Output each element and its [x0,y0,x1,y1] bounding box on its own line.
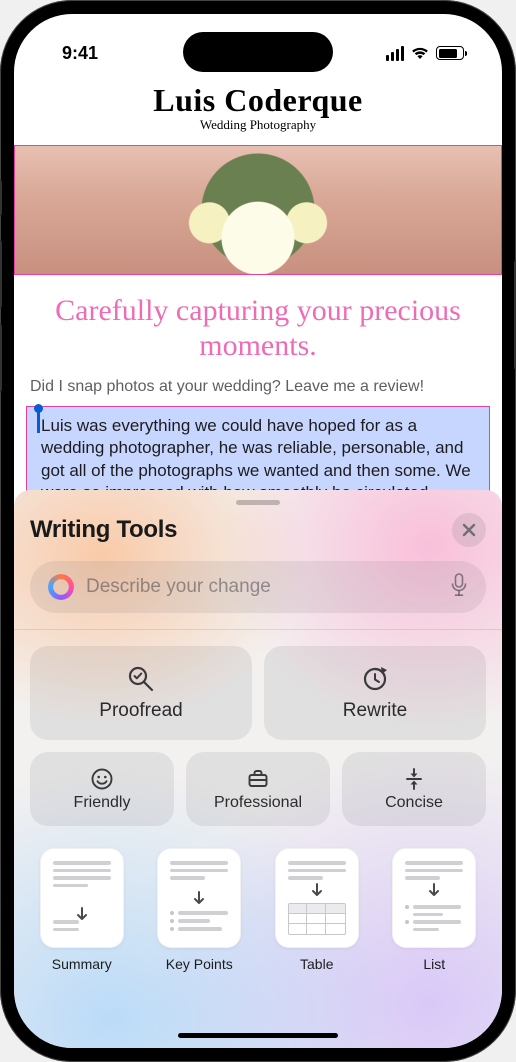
proofread-button[interactable]: Proofread [30,646,252,740]
professional-button[interactable]: Professional [186,752,330,826]
professional-icon [246,767,270,791]
friendly-label: Friendly [74,794,131,812]
headline: Carefully capturing your precious moment… [14,275,502,378]
sheet-title: Writing Tools [30,516,177,544]
arrow-down-icon [427,883,441,897]
concise-label: Concise [385,794,443,812]
rewrite-button[interactable]: Rewrite [264,646,486,740]
input-placeholder: Describe your change [86,576,438,598]
summary-button[interactable] [40,848,124,948]
describe-change-input[interactable]: Describe your change [30,561,486,613]
arrow-down-icon [75,907,89,921]
list-button[interactable] [392,848,476,948]
text-cursor [37,411,40,433]
sheet-grabber[interactable] [236,500,280,505]
friendly-icon [90,767,114,791]
table-button[interactable] [275,848,359,948]
close-icon [462,523,476,537]
microphone-icon [450,573,468,597]
review-prompt: Did I snap photos at your wedding? Leave… [14,378,502,404]
professional-label: Professional [214,794,302,812]
writing-tools-sheet: Writing Tools Describe your change [14,490,502,1048]
rewrite-label: Rewrite [343,700,407,722]
summary-label: Summary [52,956,112,972]
friendly-button[interactable]: Friendly [30,752,174,826]
list-label: List [423,956,445,972]
hero-image[interactable] [14,145,502,275]
status-time: 9:41 [62,43,98,64]
cellular-icon [386,46,405,61]
home-indicator[interactable] [178,1033,338,1038]
rewrite-icon [360,664,390,694]
concise-icon [402,767,426,791]
battery-icon [436,46,464,60]
dynamic-island [183,32,333,72]
key-points-button[interactable] [157,848,241,948]
dictate-button[interactable] [450,573,468,602]
wifi-icon [411,46,429,60]
concise-button[interactable]: Concise [342,752,486,826]
page-subtitle: Wedding Photography [14,117,502,133]
divider [14,629,502,630]
key-points-label: Key Points [166,956,233,972]
page-title: Luis Coderque [14,82,502,119]
proofread-icon [126,664,156,694]
close-button[interactable] [452,513,486,547]
table-label: Table [300,956,333,972]
ai-icon [48,574,74,600]
arrow-down-icon [310,883,324,897]
arrow-down-icon [192,891,206,905]
proofread-label: Proofread [99,700,182,722]
